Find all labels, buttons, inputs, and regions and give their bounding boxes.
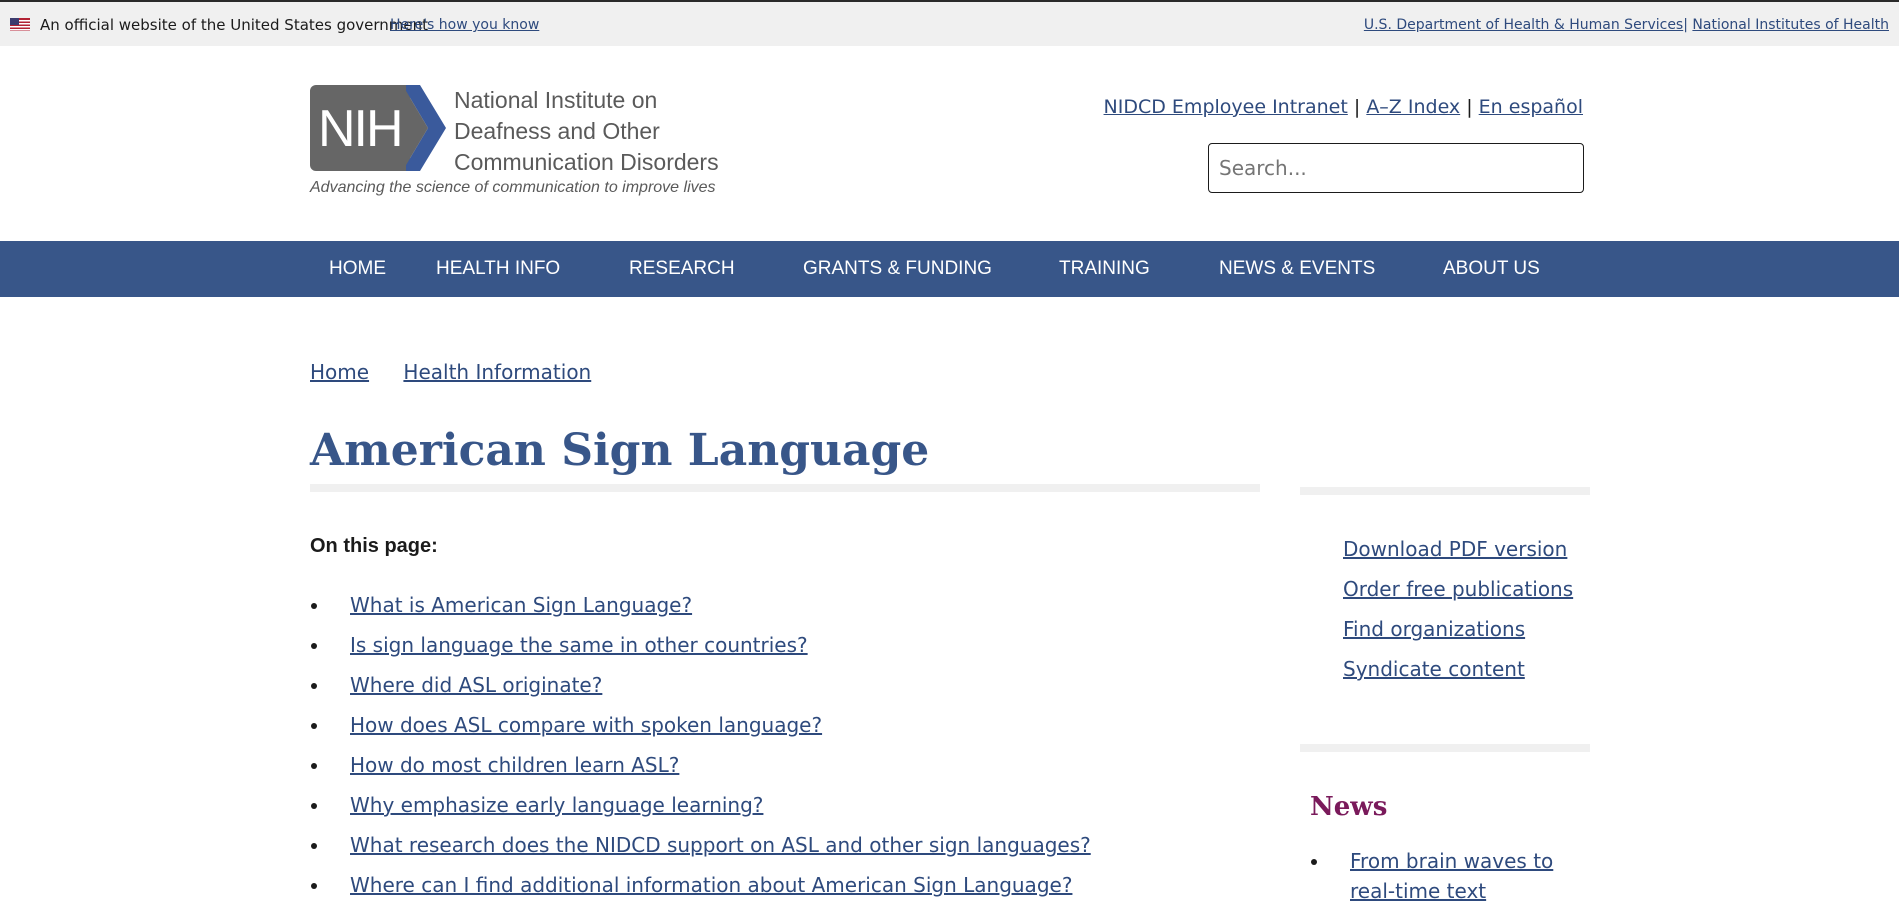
toc-item: What is American Sign Language? [330, 593, 1091, 633]
heres-how-you-know-link[interactable]: Here's how you know [390, 17, 539, 33]
utility-separator: | [1466, 96, 1473, 118]
order-publications-link[interactable]: Order free publications [1343, 577, 1573, 617]
gov-banner-text: An official website of the United States… [40, 16, 429, 34]
search-input[interactable] [1208, 143, 1584, 193]
employee-intranet-link[interactable]: NIDCD Employee Intranet [1104, 96, 1348, 118]
gov-separator: | [1683, 17, 1688, 33]
nih-mark: NIH [318, 100, 404, 158]
nih-chevron-icon [406, 85, 446, 171]
toc-item: Is sign language the same in other count… [330, 633, 1091, 673]
table-of-contents: What is American Sign Language? Is sign … [330, 593, 1091, 913]
toc-item: How does ASL compare with spoken languag… [330, 713, 1091, 753]
toc-link[interactable]: Where can I find additional information … [350, 873, 1072, 897]
page-title: American Sign Language [310, 425, 930, 476]
toc-link[interactable]: Why emphasize early language learning? [350, 793, 763, 817]
nav-about-us[interactable]: ABOUT US [1443, 258, 1540, 280]
institute-name-line2: Deafness and Other [454, 118, 660, 144]
toc-item: Where can I find additional information … [330, 873, 1091, 913]
nidcd-logo[interactable]: NIH National Institute on Deafness and O… [310, 85, 730, 200]
title-divider [310, 484, 1260, 492]
sidebar-divider [1300, 744, 1590, 752]
breadcrumb-health-information[interactable]: Health Information [403, 360, 591, 384]
news-link[interactable]: From brain waves to real-time text [1350, 849, 1553, 903]
nih-logo-box: NIH [310, 85, 410, 171]
logo-tagline: Advancing the science of communication t… [310, 179, 716, 196]
nav-news-events[interactable]: NEWS & EVENTS [1219, 258, 1375, 280]
nav-health-info[interactable]: HEALTH INFO [436, 258, 560, 280]
gov-right-links: U.S. Department of Health & Human Servic… [1364, 17, 1889, 33]
breadcrumb-home[interactable]: Home [310, 360, 369, 384]
toc-link[interactable]: What is American Sign Language? [350, 593, 692, 617]
news-item: From brain waves to real-time text [1330, 846, 1580, 906]
toc-link[interactable]: How does ASL compare with spoken languag… [350, 713, 822, 737]
az-index-link[interactable]: A–Z Index [1366, 96, 1460, 118]
institute-name-line3: Communication Disorders [454, 149, 719, 175]
nih-link[interactable]: National Institutes of Health [1692, 17, 1889, 33]
sidebar-divider [1300, 487, 1590, 495]
toc-item: Why emphasize early language learning? [330, 793, 1091, 833]
institute-name: National Institute on Deafness and Other… [454, 85, 744, 178]
syndicate-content-link[interactable]: Syndicate content [1343, 657, 1573, 697]
utility-links: NIDCD Employee Intranet | A–Z Index | En… [1104, 96, 1583, 118]
nav-research[interactable]: RESEARCH [629, 258, 735, 280]
toc-link[interactable]: How do most children learn ASL? [350, 753, 679, 777]
utility-separator: | [1353, 96, 1361, 118]
nav-home[interactable]: HOME [329, 258, 386, 280]
toc-link[interactable]: Where did ASL originate? [350, 673, 602, 697]
us-flag-icon [10, 18, 30, 31]
toc-item: Where did ASL originate? [330, 673, 1091, 713]
news-list: From brain waves to real-time text [1330, 846, 1580, 906]
toc-link[interactable]: What research does the NIDCD support on … [350, 833, 1091, 857]
institute-name-line1: National Institute on [454, 87, 658, 113]
breadcrumb: Home Health Information [310, 360, 619, 384]
hhs-link[interactable]: U.S. Department of Health & Human Servic… [1364, 17, 1683, 33]
on-this-page-heading: On this page: [310, 535, 438, 557]
gov-banner: An official website of the United States… [0, 0, 1899, 46]
toc-link[interactable]: Is sign language the same in other count… [350, 633, 808, 657]
toc-item: What research does the NIDCD support on … [330, 833, 1091, 873]
sidebar-links: Download PDF version Order free publicat… [1343, 537, 1573, 697]
en-espanol-link[interactable]: En español [1479, 96, 1583, 118]
toc-item: How do most children learn ASL? [330, 753, 1091, 793]
download-pdf-link[interactable]: Download PDF version [1343, 537, 1573, 577]
main-nav: HOME HEALTH INFO RESEARCH GRANTS & FUNDI… [0, 241, 1899, 297]
news-heading: News [1310, 792, 1388, 822]
nav-training[interactable]: TRAINING [1059, 258, 1150, 280]
nav-grants-funding[interactable]: GRANTS & FUNDING [803, 258, 992, 280]
find-organizations-link[interactable]: Find organizations [1343, 617, 1573, 657]
